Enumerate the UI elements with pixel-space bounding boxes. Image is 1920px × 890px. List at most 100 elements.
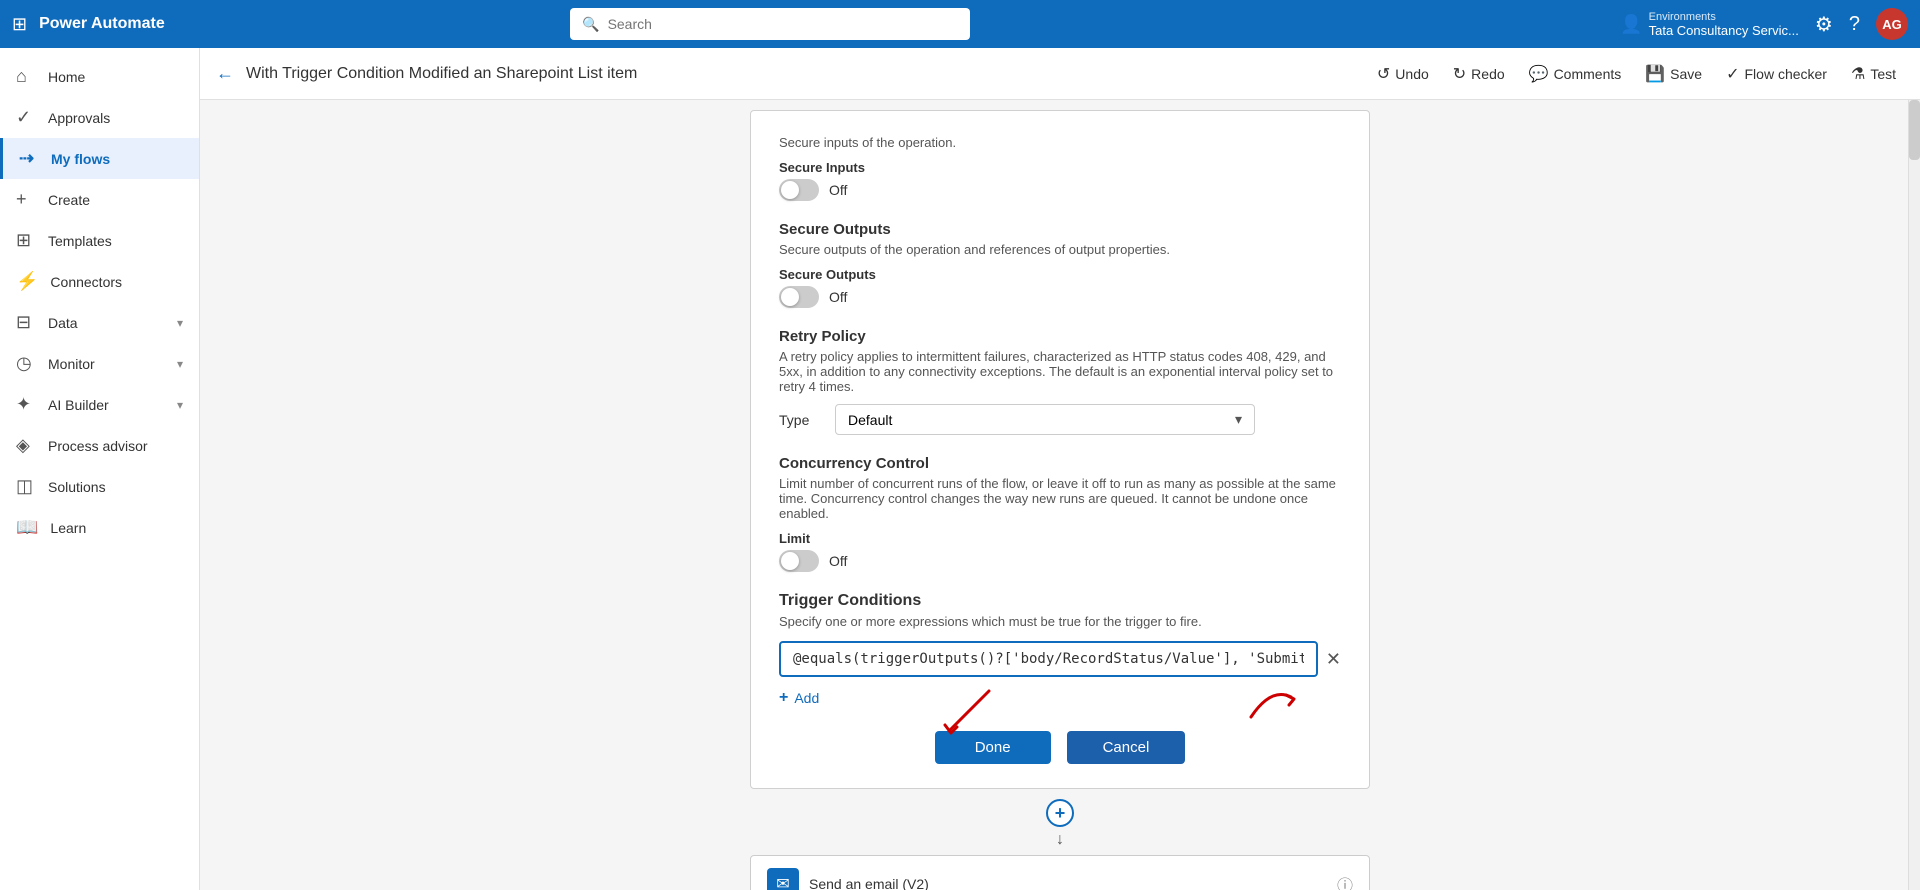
env-text: Environments Tata Consultancy Servic... (1649, 11, 1799, 38)
retry-dropdown-chevron: ▾ (1235, 411, 1242, 428)
topbar-right: 👤 Environments Tata Consultancy Servic..… (1620, 8, 1908, 40)
flow-checker-icon: ✓ (1726, 64, 1739, 84)
sidebar-item-approvals[interactable]: ✓ Approvals (0, 97, 199, 138)
concurrency-knob (781, 552, 799, 570)
sidebar-item-my-flows[interactable]: ⇢ My flows (0, 138, 199, 179)
save-label: Save (1670, 66, 1702, 82)
data-icon: ⊟ (16, 312, 36, 333)
right-scrollbar[interactable] (1908, 100, 1920, 890)
redo-button[interactable]: ↻ Redo (1445, 60, 1513, 88)
comments-icon: 💬 (1529, 64, 1549, 84)
sidebar-item-learn[interactable]: 📖 Learn (0, 507, 199, 548)
concurrency-state: Off (829, 553, 847, 569)
help-icon[interactable]: ? (1849, 13, 1860, 36)
concurrency-toggle-row: Off (779, 550, 1341, 572)
sidebar-label-data: Data (48, 315, 78, 331)
sidebar-item-connectors[interactable]: ⚡ Connectors (0, 261, 199, 302)
test-button[interactable]: ⚗ Test (1843, 60, 1904, 88)
secure-outputs-toggle-row: Off (779, 286, 1341, 308)
sidebar-label-connectors: Connectors (50, 274, 122, 290)
trigger-conditions-section: Trigger Conditions Specify one or more e… (779, 592, 1341, 707)
concurrency-limit-label: Limit (779, 531, 1341, 546)
secure-outputs-state: Off (829, 289, 847, 305)
approvals-icon: ✓ (16, 107, 36, 128)
secure-inputs-toggle-row: Off (779, 179, 1341, 201)
main-content: Secure inputs of the operation. Secure I… (200, 100, 1920, 890)
ai-builder-chevron-icon: ▾ (177, 398, 183, 412)
ai-builder-icon: ✦ (16, 394, 36, 415)
breadcrumb-title: With Trigger Condition Modified an Share… (246, 65, 637, 83)
undo-button[interactable]: ↺ Undo (1369, 60, 1437, 88)
sidebar-label-solutions: Solutions (48, 479, 106, 495)
cancel-button[interactable]: Cancel (1067, 731, 1186, 764)
home-icon: ⌂ (16, 66, 36, 87)
data-chevron-icon: ▾ (177, 316, 183, 330)
concurrency-desc: Limit number of concurrent runs of the f… (779, 476, 1341, 521)
sidebar-label-templates: Templates (48, 233, 112, 249)
secure-outputs-toggle[interactable] (779, 286, 819, 308)
annotation-arrow (909, 681, 1029, 741)
email-icon: ✉ (776, 874, 789, 890)
back-button[interactable]: ← (216, 63, 234, 84)
search-input[interactable] (608, 16, 959, 32)
secure-outputs-label: Secure Outputs (779, 267, 1341, 282)
env-label: Environments (1649, 11, 1799, 23)
sidebar-label-home: Home (48, 69, 85, 85)
concurrency-toggle[interactable] (779, 550, 819, 572)
flow-tile[interactable]: ✉ Send an email (V2) ⓘ (750, 855, 1370, 890)
remove-condition-button[interactable]: ✕ (1326, 649, 1341, 670)
process-advisor-icon: ◈ (16, 435, 36, 456)
sidebar-item-templates[interactable]: ⊞ Templates (0, 220, 199, 261)
condition-input-row: ✕ (779, 641, 1341, 677)
retry-policy-desc: A retry policy applies to intermittent f… (779, 349, 1341, 394)
sidebar-item-process-advisor[interactable]: ◈ Process advisor (0, 425, 199, 466)
undo-label: Undo (1395, 66, 1428, 82)
search-box[interactable]: 🔍 (570, 8, 970, 40)
sidebar-item-ai-builder[interactable]: ✦ AI Builder ▾ (0, 384, 199, 425)
sidebar-label-ai-builder: AI Builder (48, 397, 109, 413)
grid-icon[interactable]: ⊞ (12, 14, 27, 35)
sidebar-item-home[interactable]: ⌂ Home (0, 56, 199, 97)
sidebar-item-monitor[interactable]: ◷ Monitor ▾ (0, 343, 199, 384)
flow-checker-button[interactable]: ✓ Flow checker (1718, 60, 1835, 88)
subheader: ← With Trigger Condition Modified an Sha… (200, 48, 1920, 100)
secure-inputs-label: Secure Inputs (779, 160, 1341, 175)
secure-inputs-section: Secure inputs of the operation. Secure I… (779, 135, 1341, 201)
environment-info[interactable]: 👤 Environments Tata Consultancy Servic..… (1620, 11, 1799, 38)
retry-type-dropdown[interactable]: Default ▾ (835, 404, 1255, 435)
sidebar-label-process-advisor: Process advisor (48, 438, 148, 454)
comments-button[interactable]: 💬 Comments (1521, 60, 1630, 88)
my-flows-icon: ⇢ (19, 148, 39, 169)
add-step-button[interactable]: + (1046, 799, 1074, 827)
monitor-chevron-icon: ▾ (177, 357, 183, 371)
search-icon: 🔍 (582, 16, 599, 33)
redo-label: Redo (1471, 66, 1504, 82)
secure-outputs-desc: Secure outputs of the operation and refe… (779, 242, 1341, 257)
sidebar-item-solutions[interactable]: ◫ Solutions (0, 466, 199, 507)
connectors-icon: ⚡ (16, 271, 38, 292)
monitor-icon: ◷ (16, 353, 36, 374)
flow-tile-name: Send an email (V2) (809, 876, 929, 890)
save-button[interactable]: 💾 Save (1637, 60, 1710, 88)
test-icon: ⚗ (1851, 64, 1865, 84)
sidebar-item-data[interactable]: ⊟ Data ▾ (0, 302, 199, 343)
retry-policy-section: Retry Policy A retry policy applies to i… (779, 328, 1341, 435)
redo-icon: ↻ (1453, 64, 1466, 84)
undo-icon: ↺ (1377, 64, 1390, 84)
flow-checker-label: Flow checker (1745, 66, 1827, 82)
save-icon: 💾 (1645, 64, 1665, 84)
avatar[interactable]: AG (1876, 8, 1908, 40)
settings-icon[interactable]: ⚙ (1815, 12, 1833, 37)
secure-outputs-knob (781, 288, 799, 306)
annotation-checkmark (1231, 677, 1311, 727)
app-logo: Power Automate (39, 15, 239, 33)
concurrency-title: Concurrency Control (779, 455, 1341, 472)
flow-tile-info-icon[interactable]: ⓘ (1337, 872, 1353, 890)
condition-input[interactable] (779, 641, 1318, 677)
sidebar-item-create[interactable]: + Create (0, 179, 199, 220)
add-condition-button[interactable]: + Add (779, 689, 819, 707)
secure-inputs-toggle[interactable] (779, 179, 819, 201)
topbar: ⊞ Power Automate 🔍 👤 Environments Tata C… (0, 0, 1920, 48)
secure-outputs-section: Secure Outputs Secure outputs of the ope… (779, 221, 1341, 308)
retry-type-label: Type (779, 412, 819, 428)
